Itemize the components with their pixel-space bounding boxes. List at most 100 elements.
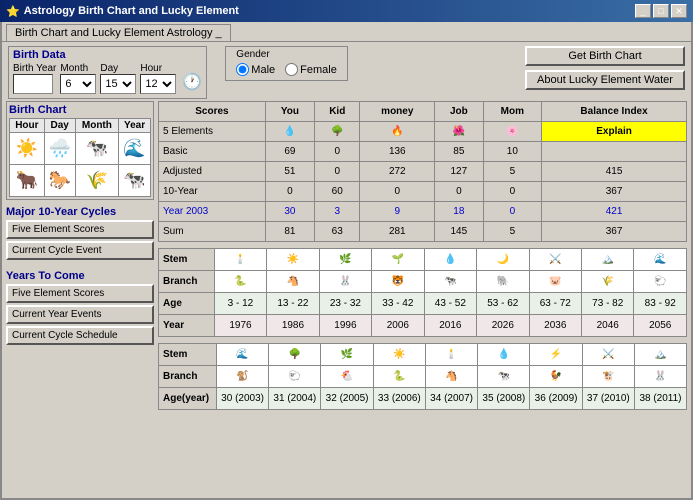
years-five-element-button[interactable]: Five Element Scores xyxy=(6,284,154,303)
cell-balance-2003: 421 xyxy=(542,202,687,222)
current-cycle-schedule-button[interactable]: Current Cycle Schedule xyxy=(6,326,154,345)
minimize-button[interactable]: _ xyxy=(635,4,651,18)
stem-7: 🏔️ xyxy=(582,249,634,271)
ytc-ay-1: 31 (2004) xyxy=(269,388,321,410)
chart-cell-month-2: 🌾 xyxy=(75,165,119,197)
branch-row-label: Branch xyxy=(159,271,215,293)
chart-cell-day-2: 🐎 xyxy=(44,165,75,197)
age-6: 63 - 72 xyxy=(529,293,581,315)
year-5: 2026 xyxy=(477,315,529,337)
hour-select[interactable]: 12 xyxy=(140,74,176,94)
ytc-stem-2: 🌿 xyxy=(321,344,373,366)
branch-5: 🐘 xyxy=(477,271,529,293)
title-bar-left: ⭐ Astrology Birth Chart and Lucky Elemen… xyxy=(6,5,239,18)
age-row-label: Age xyxy=(159,293,215,315)
year-4: 2016 xyxy=(424,315,476,337)
ytc-stem-row: Stem 🌊 🌳 🌿 ☀️ 🕯️ 💧 ⚡ ⚔️ 🏔️ xyxy=(159,344,687,366)
cell-mom-adj: 5 xyxy=(483,162,542,182)
month-select[interactable]: 6 xyxy=(60,74,96,94)
birth-chart-section: Birth Chart Hour Day Month Year ☀️ 🌧️ 🐄 … xyxy=(6,101,154,200)
ytc-ay-8: 38 (2011) xyxy=(634,388,686,410)
birth-chart-row2: 🐂 🐎 🌾 🐄 xyxy=(10,165,151,197)
branch-8: 🐑 xyxy=(634,271,687,293)
birth-chart-title: Birth Chart xyxy=(9,104,151,116)
stem-6: ⚔️ xyxy=(529,249,581,271)
scores-row-basic: Basic 69 0 136 85 10 xyxy=(159,142,687,162)
cell-balance-5el[interactable]: Explain xyxy=(542,122,687,142)
ytc-stem-4: 🕯️ xyxy=(425,344,477,366)
ytc-branch-4: 🐴 xyxy=(425,366,477,388)
ytc-branch-5: 🐄 xyxy=(478,366,530,388)
gender-label: Gender xyxy=(236,49,337,60)
cell-you-2003: 30 xyxy=(265,202,314,222)
ytc-stem-7: ⚔️ xyxy=(582,344,634,366)
branch-0: 🐍 xyxy=(214,271,266,293)
female-option[interactable]: Female xyxy=(285,63,337,76)
cell-kid-10yr: 60 xyxy=(315,182,360,202)
cell-job-10yr: 0 xyxy=(435,182,483,202)
stem-5: 🌙 xyxy=(477,249,529,271)
birth-data-label: Birth Data xyxy=(13,49,202,61)
content-area: Birth Chart Hour Day Month Year ☀️ 🌧️ 🐄 … xyxy=(2,101,691,498)
chart-cell-hour-2: 🐂 xyxy=(10,165,45,197)
ytc-branch-3: 🐍 xyxy=(373,366,425,388)
chart-cell-day-1: 🌧️ xyxy=(44,133,75,165)
ytc-age-row: Age(year) 30 (2003) 31 (2004) 32 (2005) … xyxy=(159,388,687,410)
ytc-stem-3: ☀️ xyxy=(373,344,425,366)
hour-group: Hour 12 xyxy=(140,63,176,94)
right-panel: Scores You Kid money Job Mom Balance Ind… xyxy=(154,101,687,498)
scores-col-label: Scores xyxy=(159,102,266,122)
day-header: Day xyxy=(44,119,75,133)
cell-balance-adj: 415 xyxy=(542,162,687,182)
age-2: 23 - 32 xyxy=(319,293,371,315)
age-8: 83 - 92 xyxy=(634,293,687,315)
year-7: 2046 xyxy=(582,315,634,337)
birth-fields: Birth Year 1973 Month 6 Day 15 Hour xyxy=(13,63,202,94)
cell-kid-2003: 3 xyxy=(315,202,360,222)
branch-7: 🌾 xyxy=(582,271,634,293)
ytc-stem-0: 🌊 xyxy=(216,344,268,366)
year-header: Year xyxy=(119,119,151,133)
left-panel: Birth Chart Hour Day Month Year ☀️ 🌧️ 🐄 … xyxy=(6,101,154,498)
chart-cell-month-1: 🐄 xyxy=(75,133,119,165)
current-year-events-button[interactable]: Current Year Events xyxy=(6,305,154,324)
male-label: Male xyxy=(251,64,275,76)
ytc-branch-0: 🐒 xyxy=(216,366,268,388)
year-1: 1986 xyxy=(267,315,319,337)
male-option[interactable]: Male xyxy=(236,63,275,76)
year-0: 1976 xyxy=(214,315,266,337)
five-element-scores-button[interactable]: Five Element Scores xyxy=(6,220,154,239)
top-area: Birth Data Birth Year 1973 Month 6 Day 1… xyxy=(2,42,691,101)
cell-money-2003: 9 xyxy=(360,202,435,222)
cell-job-sum: 145 xyxy=(435,222,483,242)
window-title: Astrology Birth Chart and Lucky Element xyxy=(24,5,239,17)
stem-2: 🌿 xyxy=(319,249,371,271)
close-button[interactable]: ✕ xyxy=(671,4,687,18)
tab-main[interactable]: Birth Chart and Lucky Element Astrology … xyxy=(6,24,231,41)
cell-balance-sum: 367 xyxy=(542,222,687,242)
ytc-ay-2: 32 (2005) xyxy=(321,388,373,410)
maximize-button[interactable]: □ xyxy=(653,4,669,18)
male-radio[interactable] xyxy=(236,63,249,76)
age-5: 53 - 62 xyxy=(477,293,529,315)
cell-money-5el: 🔥 xyxy=(360,122,435,142)
birth-year-input[interactable]: 1973 xyxy=(13,74,53,94)
ytc-stem-5: 💧 xyxy=(478,344,530,366)
chart-cell-year-2: 🐄 xyxy=(119,165,151,197)
gender-box: Gender Male Female xyxy=(225,46,348,81)
about-lucky-element-button[interactable]: About Lucky Element Water xyxy=(525,70,685,90)
month-group: Month 6 xyxy=(60,63,96,94)
birth-chart-table: Hour Day Month Year ☀️ 🌧️ 🐄 🌊 🐂 🐎 xyxy=(9,118,151,197)
get-birth-chart-button[interactable]: Get Birth Chart xyxy=(525,46,685,66)
title-bar: ⭐ Astrology Birth Chart and Lucky Elemen… xyxy=(0,0,693,22)
ytc-stem-label: Stem xyxy=(159,344,217,366)
current-cycle-event-button[interactable]: Current Cycle Event xyxy=(6,241,154,260)
cell-you-adj: 51 xyxy=(265,162,314,182)
cell-mom-2003: 0 xyxy=(483,202,542,222)
year-8: 2056 xyxy=(634,315,687,337)
birth-year-group: Birth Year 1973 xyxy=(13,63,56,94)
day-group: Day 15 xyxy=(100,63,136,94)
female-radio[interactable] xyxy=(285,63,298,76)
stem-0: 🕯️ xyxy=(214,249,266,271)
day-select[interactable]: 15 xyxy=(100,74,136,94)
